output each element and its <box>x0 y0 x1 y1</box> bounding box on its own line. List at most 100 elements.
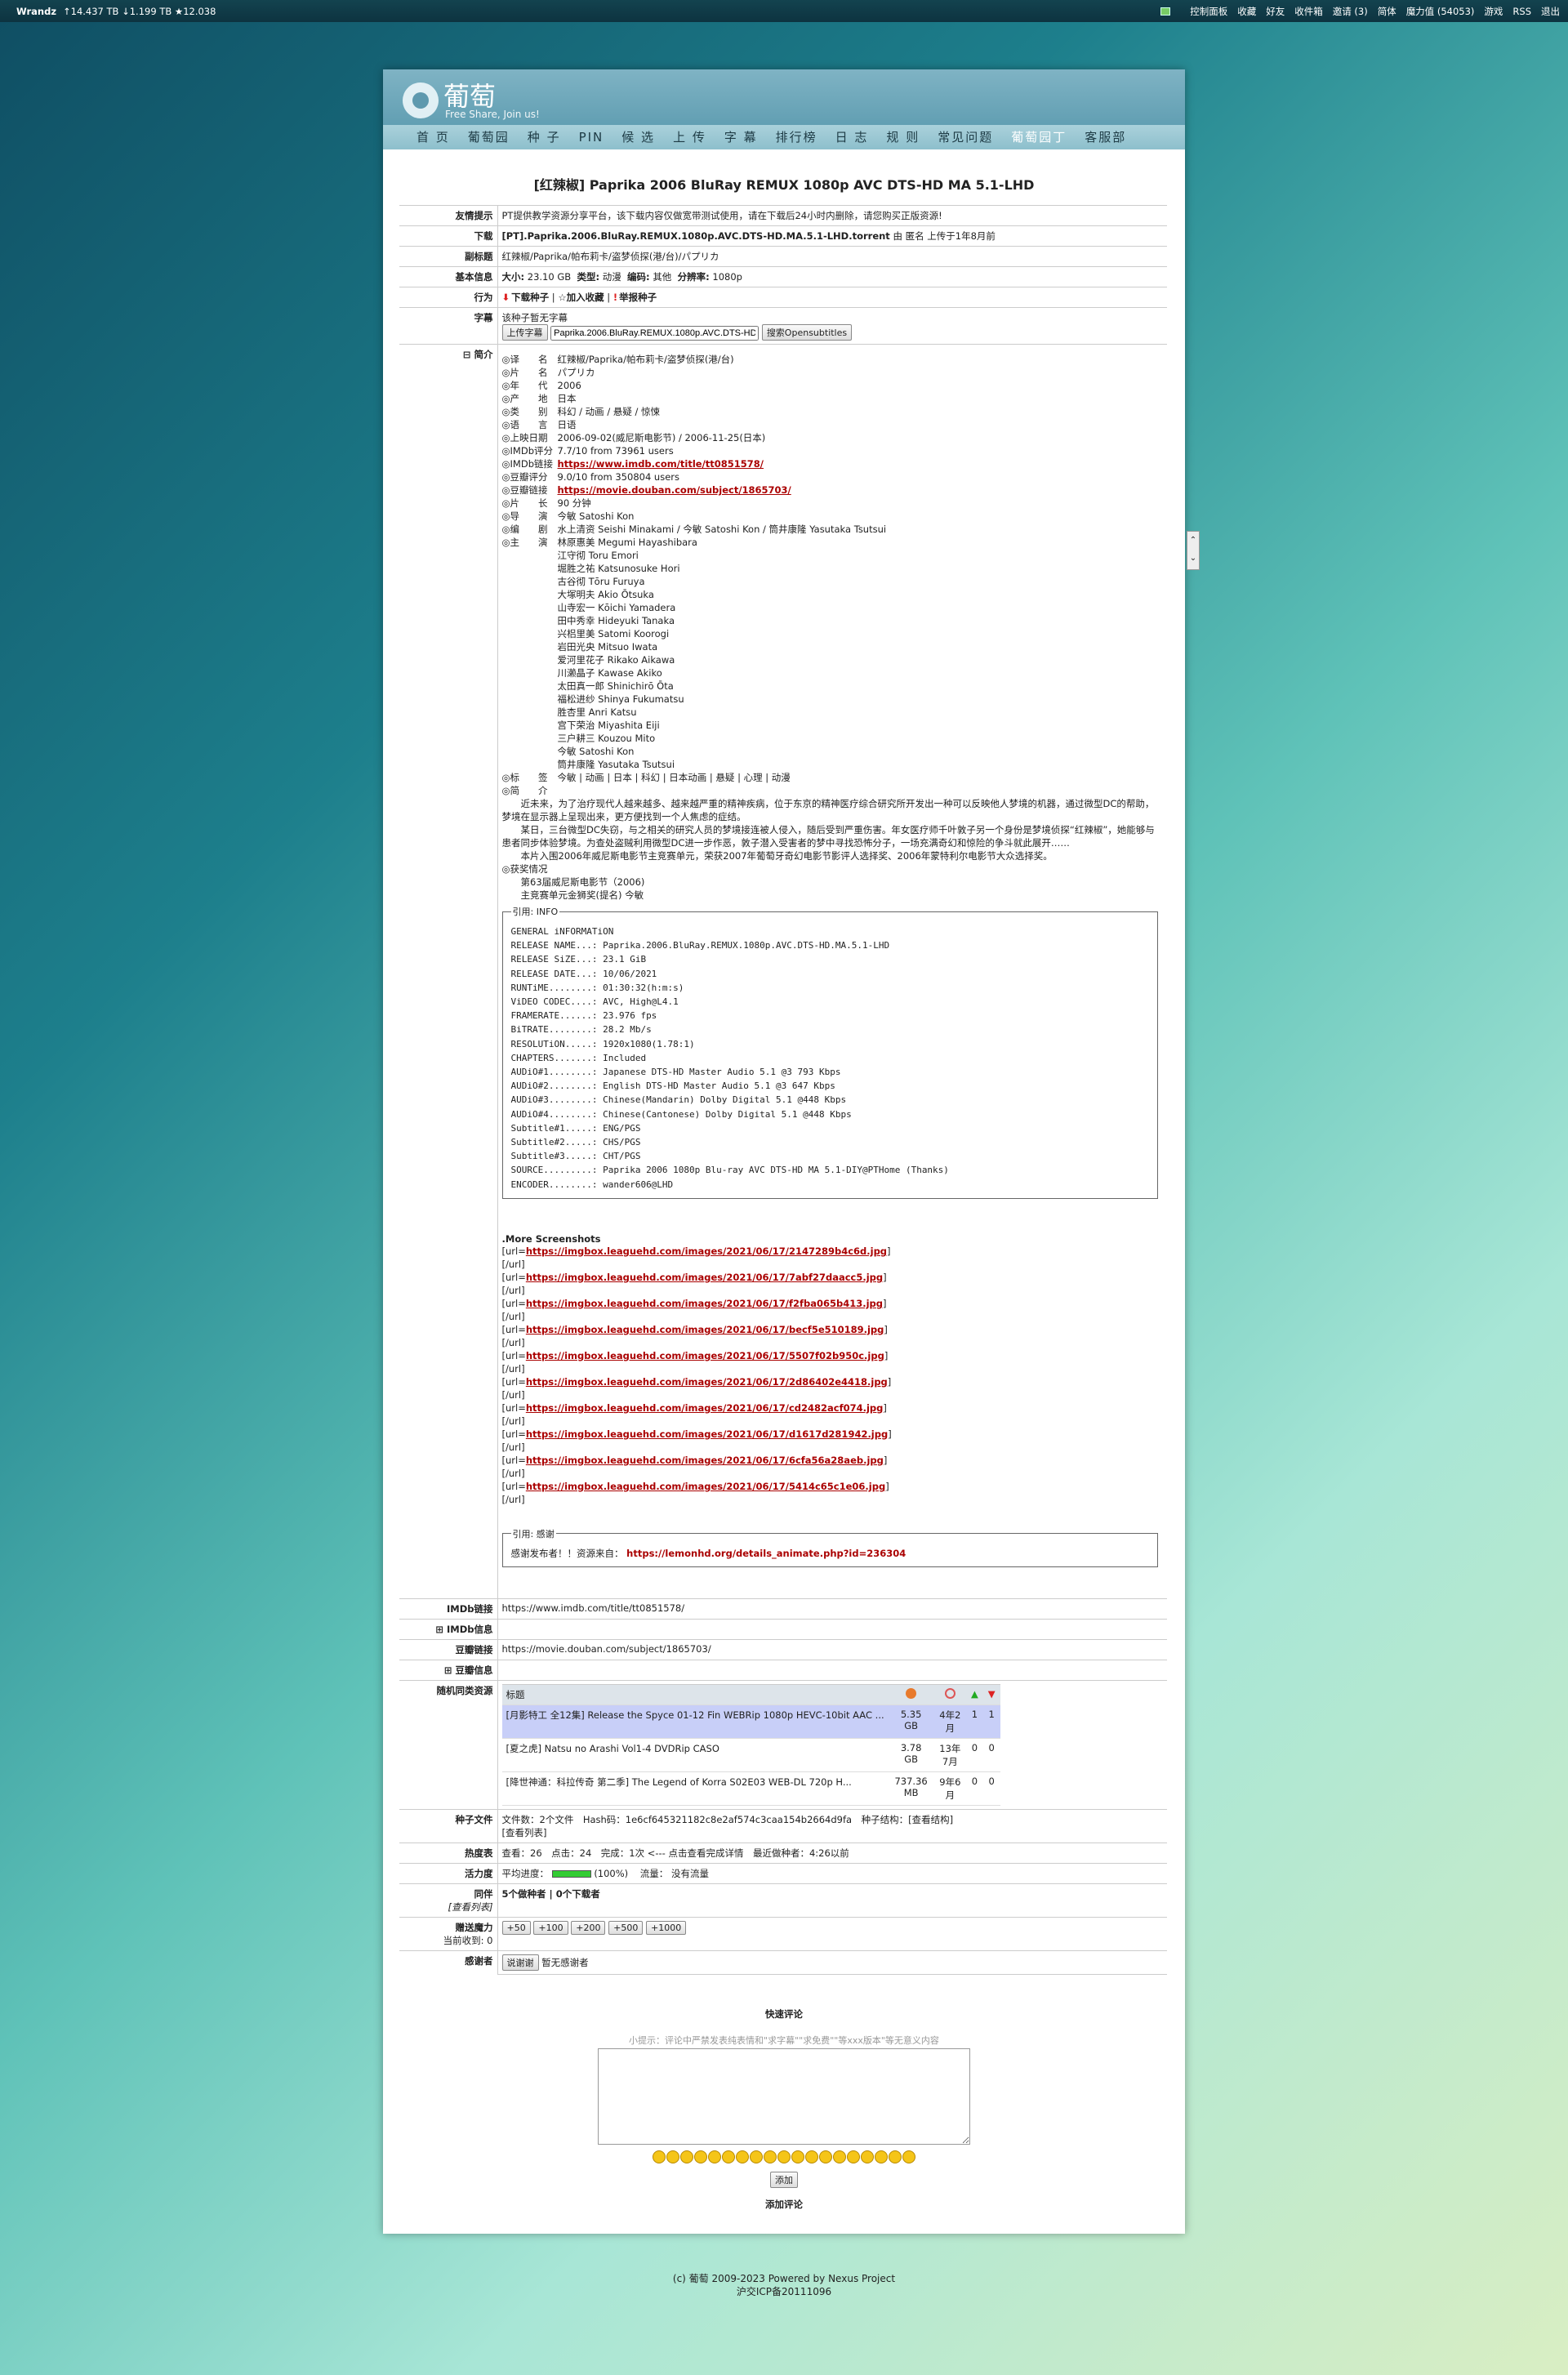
upload-subtitle-button[interactable]: 上传字幕 <box>501 324 548 341</box>
nav-pin[interactable]: PIN <box>570 125 613 149</box>
desc-line: ◎简 介 <box>502 784 1164 797</box>
table-row[interactable]: [月影特工 全12集] Release the Spyce 01-12 Fin … <box>501 1704 1000 1739</box>
bonus-50-button[interactable]: +50 <box>501 1920 531 1935</box>
link-bookmarks[interactable]: 收藏 <box>1237 5 1256 18</box>
nav-home[interactable]: 首 页 <box>408 125 459 149</box>
nav-support[interactable]: 客服部 <box>1076 125 1135 149</box>
link-bonus[interactable]: 魔力值 (54053) <box>1406 5 1475 18</box>
nav-rules[interactable]: 规 则 <box>877 125 929 149</box>
label-imdb-info[interactable]: ⊞ IMDb信息 <box>399 1618 498 1640</box>
nav-top[interactable]: 排行榜 <box>767 125 826 149</box>
view-files-link[interactable]: [查看列表] <box>502 1826 1164 1839</box>
subtitle-search-input[interactable] <box>550 326 760 341</box>
size-icon[interactable] <box>888 1683 934 1705</box>
bonus-1000-button[interactable]: +1000 <box>646 1920 687 1935</box>
scroll-control[interactable]: ⌃ ⌄ <box>1187 531 1200 570</box>
desc-value: 7.7/10 from 73961 users <box>557 445 674 457</box>
screenshot-link[interactable]: https://imgbox.leaguehd.com/images/2021/… <box>526 1324 884 1335</box>
search-opensubtitles-button[interactable]: 搜索Opensubtitles <box>761 324 853 341</box>
smiley-icon[interactable] <box>847 2150 860 2163</box>
link-invite[interactable]: 邀请 (3) <box>1333 5 1368 18</box>
smiley-icon[interactable] <box>750 2150 763 2163</box>
douban-link[interactable]: https://movie.douban.com/subject/1865703… <box>497 1638 1167 1660</box>
message-icon[interactable] <box>1160 7 1171 16</box>
source-link[interactable]: https://lemonhd.org/details_animate.php?… <box>626 1548 906 1559</box>
torrent-filename-link[interactable]: [PT].Paprika.2006.BluRay.REMUX.1080p.AVC… <box>502 230 890 242</box>
bonus-100-button[interactable]: +100 <box>533 1920 568 1935</box>
smiley-icon[interactable] <box>680 2150 693 2163</box>
label-douban-info[interactable]: ⊞ 豆瓣信息 <box>399 1659 498 1681</box>
related-title[interactable]: [月影特工 全12集] Release the Spyce 01-12 Fin … <box>501 1704 889 1739</box>
link-inbox[interactable]: 收件箱 <box>1294 5 1323 18</box>
label-intro[interactable]: ⊟ 简介 <box>399 344 498 1599</box>
screenshot-link[interactable]: https://imgbox.leaguehd.com/images/2021/… <box>526 1272 883 1283</box>
imdb-link[interactable]: https://www.imdb.com/title/tt0851578/ <box>497 1597 1167 1620</box>
smiley-icon[interactable] <box>833 2150 846 2163</box>
link-friends[interactable]: 好友 <box>1266 5 1285 18</box>
screenshot-link[interactable]: https://imgbox.leaguehd.com/images/2021/… <box>526 1245 887 1257</box>
related-table: 标题 ▲ ▼ [月影特工 全12集] Release the Spyce 01-… <box>501 1683 1000 1806</box>
leechers-icon[interactable]: ▼ <box>982 1683 1000 1705</box>
nav-log[interactable]: 日 志 <box>826 125 878 149</box>
table-row[interactable]: [夏之虎] Natsu no Arashi Vol1-4 DVDRip CASO… <box>501 1737 1000 1772</box>
col-title[interactable]: 标题 <box>501 1683 889 1705</box>
scroll-up-icon[interactable]: ⌃ <box>1187 532 1199 550</box>
screenshot-link[interactable]: https://imgbox.leaguehd.com/images/2021/… <box>526 1402 884 1414</box>
smiley-icon[interactable] <box>819 2150 832 2163</box>
smiley-icon[interactable] <box>805 2150 818 2163</box>
smiley-icon[interactable] <box>889 2150 902 2163</box>
nav-offers[interactable]: 候 选 <box>612 125 664 149</box>
screenshot-link[interactable]: https://imgbox.leaguehd.com/images/2021/… <box>526 1455 884 1466</box>
label-torrent-file: 种子文件 <box>399 1808 498 1843</box>
smiley-icon[interactable] <box>653 2150 666 2163</box>
smiley-icon[interactable] <box>666 2150 679 2163</box>
download-torrent-link[interactable]: 下载种子 <box>511 292 549 303</box>
related-title[interactable]: [降世神通：科拉传奇 第二季] The Legend of Korra S02E… <box>501 1771 889 1806</box>
bookmark-link[interactable]: 加入收藏 <box>567 292 604 303</box>
smiley-icon[interactable] <box>736 2150 749 2163</box>
related-title[interactable]: [夏之虎] Natsu no Arashi Vol1-4 DVDRip CASO <box>501 1737 889 1772</box>
screenshot-link[interactable]: https://imgbox.leaguehd.com/images/2021/… <box>526 1376 888 1388</box>
comment-textarea[interactable] <box>598 2047 970 2145</box>
report-link[interactable]: 举报种子 <box>619 292 657 303</box>
seeders-icon[interactable]: ▲ <box>966 1683 983 1705</box>
time-icon[interactable] <box>933 1683 967 1705</box>
add-comment-button[interactable]: 添加 <box>770 2171 798 2188</box>
bonus-500-button[interactable]: +500 <box>608 1920 644 1935</box>
smiley-icon[interactable] <box>764 2150 777 2163</box>
icp-number[interactable]: 沪交ICP备20111096 <box>0 2285 1568 2298</box>
view-peers-link[interactable]: [查看列表] <box>403 1900 493 1914</box>
smiley-icon[interactable] <box>694 2150 707 2163</box>
smiley-icon[interactable] <box>777 2150 791 2163</box>
smiley-icon[interactable] <box>791 2150 804 2163</box>
bonus-received: 当前收到: 0 <box>443 1934 493 1946</box>
link-games[interactable]: 游戏 <box>1484 5 1503 18</box>
screenshot-link[interactable]: https://imgbox.leaguehd.com/images/2021/… <box>526 1428 888 1440</box>
bonus-200-button[interactable]: +200 <box>571 1920 606 1935</box>
link-control-panel[interactable]: 控制面板 <box>1190 5 1227 18</box>
nav-faq[interactable]: 常见问题 <box>929 125 1002 149</box>
smiley-icon[interactable] <box>722 2150 735 2163</box>
smiley-icon[interactable] <box>861 2150 874 2163</box>
nav-upload[interactable]: 上 传 <box>664 125 715 149</box>
scroll-down-icon[interactable]: ⌄ <box>1187 550 1199 568</box>
link-rss[interactable]: RSS <box>1512 6 1531 17</box>
desc-link[interactable]: https://www.imdb.com/title/tt0851578/ <box>558 457 1164 470</box>
nav-torrents[interactable]: 种 子 <box>519 125 570 149</box>
desc-link[interactable]: https://movie.douban.com/subject/1865703… <box>558 483 1164 497</box>
nav-staff[interactable]: 葡萄园丁 <box>1002 125 1076 149</box>
table-row[interactable]: [降世神通：科拉传奇 第二季] The Legend of Korra S02E… <box>501 1771 1000 1806</box>
screenshot-link[interactable]: https://imgbox.leaguehd.com/images/2021/… <box>526 1298 883 1309</box>
username[interactable]: Wrandz <box>16 6 56 17</box>
nav-forum[interactable]: 葡萄园 <box>459 125 519 149</box>
link-logout[interactable]: 退出 <box>1541 5 1560 18</box>
nav-subtitles[interactable]: 字 幕 <box>715 125 767 149</box>
link-language[interactable]: 简体 <box>1378 5 1396 18</box>
smiley-icon[interactable] <box>902 2150 915 2163</box>
smiley-icon[interactable] <box>875 2150 888 2163</box>
say-thanks-button[interactable]: 说谢谢 <box>501 1954 539 1971</box>
screenshot-link[interactable]: https://imgbox.leaguehd.com/images/2021/… <box>526 1481 885 1492</box>
smiley-icon[interactable] <box>708 2150 721 2163</box>
add-comment-link[interactable]: 添加评论 <box>399 2198 1169 2211</box>
screenshot-link[interactable]: https://imgbox.leaguehd.com/images/2021/… <box>526 1350 884 1361</box>
